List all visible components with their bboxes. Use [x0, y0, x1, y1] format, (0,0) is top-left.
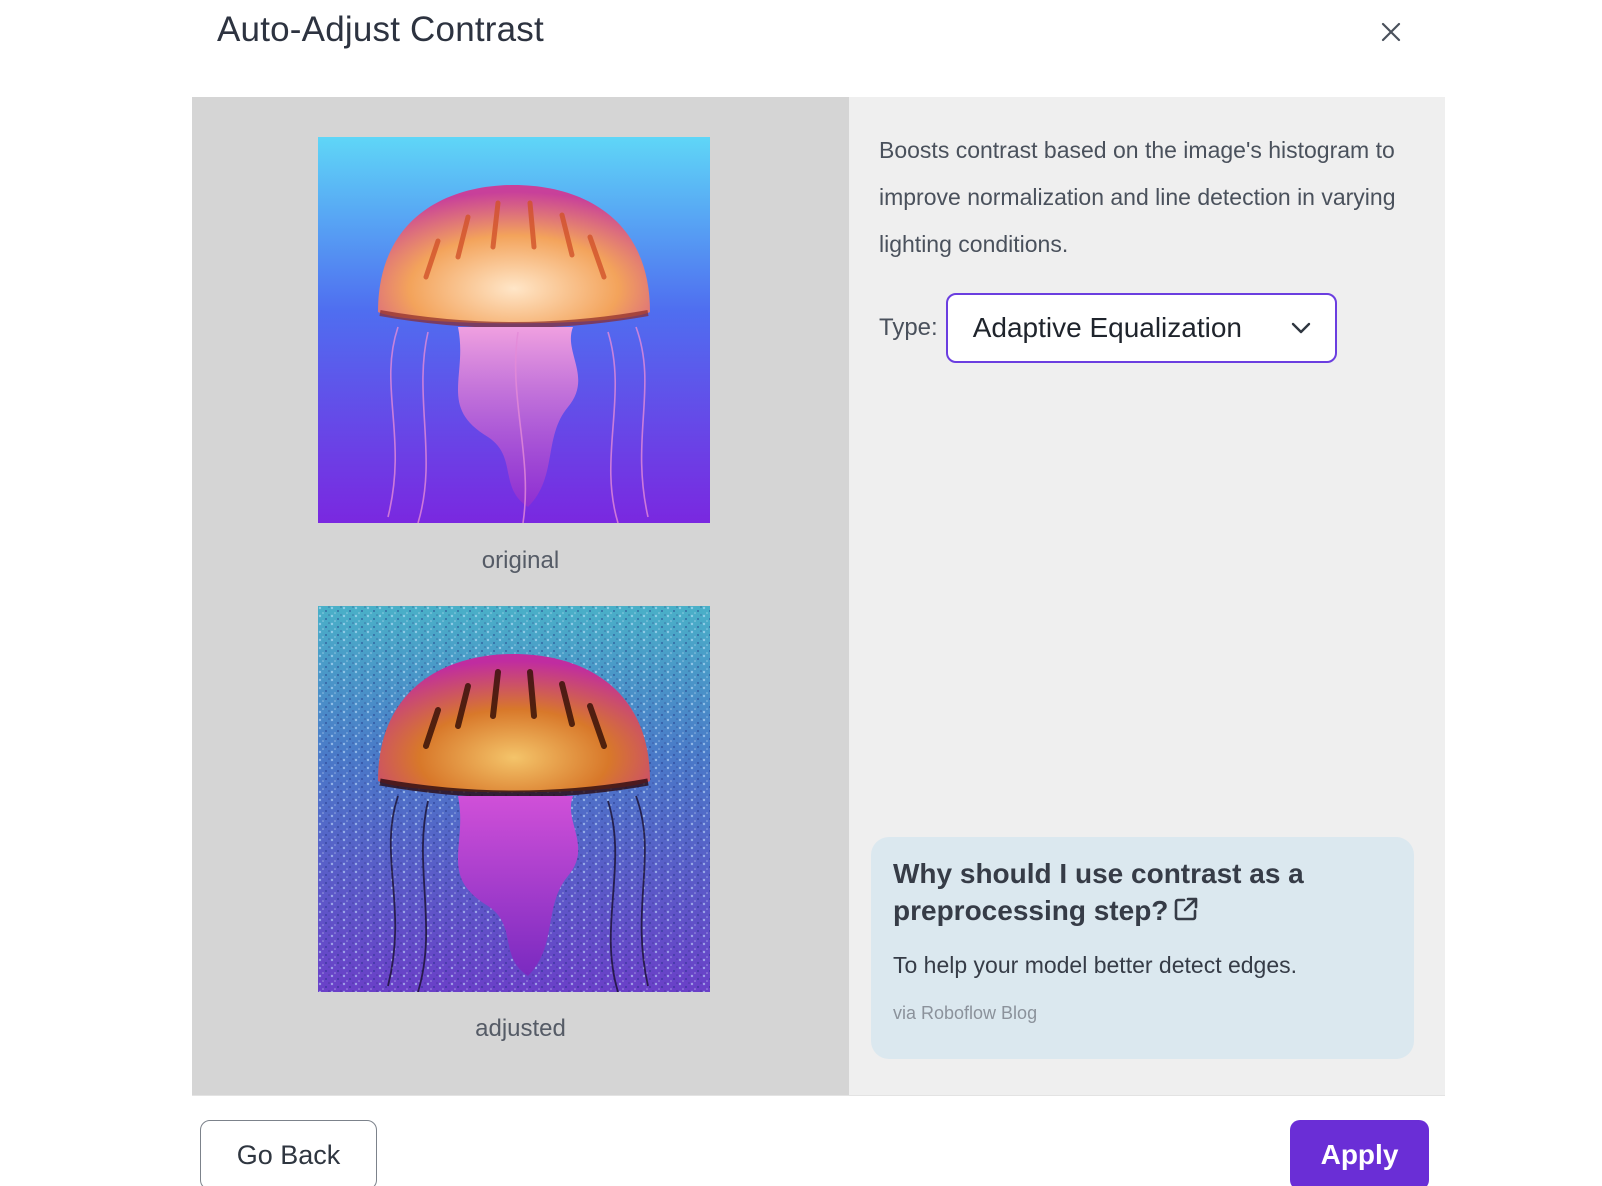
dialog-body: original adjusted Boosts contrast based …	[192, 97, 1445, 1095]
info-text: To help your model better detect edges.	[893, 952, 1298, 978]
info-source: via Roboflow Blog	[893, 1003, 1038, 1023]
info-card: Why should I use contrast as a preproces…	[871, 837, 1414, 1059]
footer-divider	[192, 1095, 1445, 1096]
info-title: Why should I use contrast as a preproces…	[893, 858, 1304, 926]
dialog-title: Auto-Adjust Contrast	[217, 10, 544, 49]
description-text: Boosts contrast based on the image's his…	[879, 137, 1396, 257]
type-select[interactable]: Adaptive Equalization	[945, 293, 1337, 363]
auto-adjust-contrast-dialog: Auto-Adjust Contrast original adjusted B…	[0, 0, 1602, 1186]
type-row: Type: Adaptive Equalization	[879, 293, 1337, 363]
original-caption: original	[481, 547, 560, 574]
preview-panel: original adjusted	[192, 97, 849, 1095]
external-link-icon	[1175, 897, 1198, 921]
type-label: Type:	[879, 314, 938, 341]
adjusted-preview-image	[318, 606, 710, 992]
close-button[interactable]	[1373, 14, 1409, 50]
info-title-link[interactable]: Why should I use contrast as a preproces…	[893, 855, 1333, 929]
apply-button[interactable]: Apply	[1290, 1120, 1429, 1186]
adjusted-caption: adjusted	[475, 1015, 566, 1042]
chevron-down-icon	[1291, 322, 1310, 334]
settings-panel: Boosts contrast based on the image's his…	[849, 97, 1445, 1095]
type-select-value: Adaptive Equalization	[972, 312, 1242, 343]
original-preview-image	[318, 137, 710, 523]
close-icon	[1381, 22, 1401, 42]
go-back-button[interactable]: Go Back	[200, 1120, 377, 1186]
